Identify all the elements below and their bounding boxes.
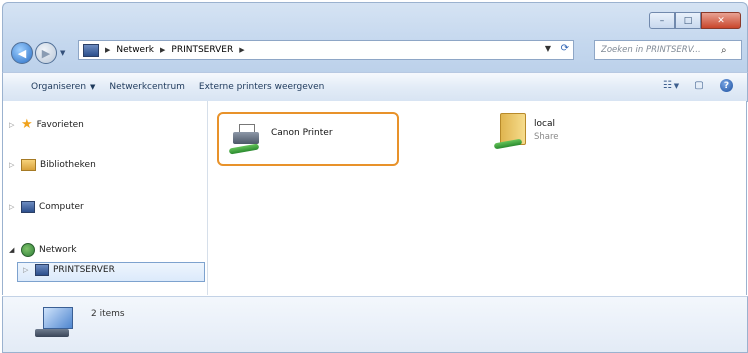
- star-icon: ★: [21, 117, 33, 132]
- explorer-window: – □ ✕ ◀ ▶ ▼ ▶ Netwerk ▶ PRINTSERVER ▶ ▼ …: [0, 0, 748, 353]
- server-computer-icon: [35, 264, 49, 276]
- nav-printserver-label: PRINTSERVER: [53, 265, 115, 275]
- list-item-local-share[interactable]: local Share: [493, 113, 559, 150]
- network-center-button[interactable]: Netwerkcentrum: [109, 82, 185, 92]
- close-button[interactable]: ✕: [701, 12, 741, 29]
- external-printers-button[interactable]: Externe printers weergeven: [199, 82, 324, 92]
- breadcrumb-separator-icon[interactable]: ▶: [160, 46, 165, 54]
- toolbar-right: ☷ ▼ ▢ ?: [663, 79, 733, 92]
- network-icon: [21, 243, 35, 257]
- expand-triangle-icon[interactable]: ▷: [9, 121, 14, 129]
- minimize-button[interactable]: –: [649, 12, 675, 29]
- window-controls: – □ ✕: [649, 12, 741, 29]
- maximize-button[interactable]: □: [675, 12, 701, 29]
- computer-icon: [21, 201, 35, 213]
- recent-pages-dropdown-icon[interactable]: ▼: [60, 49, 65, 57]
- search-input[interactable]: Zoeken in PRINTSERV...: [601, 45, 719, 55]
- printer-icon: [228, 122, 263, 156]
- network-center-label: Netwerkcentrum: [109, 82, 185, 92]
- nav-favorites-label: Favorieten: [36, 120, 84, 130]
- item-subtitle: Share: [534, 132, 559, 142]
- address-dropdown-icon[interactable]: ▼: [545, 44, 551, 53]
- organize-label: Organiseren: [31, 82, 87, 92]
- navigation-pane: ▷ ★ Favorieten ▷ Bibliotheken ▷ Computer…: [2, 101, 208, 295]
- forward-arrow-icon: ▶: [41, 46, 51, 60]
- expand-triangle-icon[interactable]: ▷: [9, 161, 14, 169]
- expand-triangle-icon[interactable]: ▷: [9, 203, 14, 211]
- refresh-icon[interactable]: ⟳: [561, 43, 569, 54]
- list-item-canon-printer[interactable]: Canon Printer: [217, 112, 399, 166]
- nav-libraries[interactable]: ▷ Bibliotheken: [9, 159, 96, 171]
- library-icon: [21, 159, 36, 171]
- help-icon[interactable]: ?: [720, 79, 733, 92]
- nav-network-label: Network: [39, 245, 77, 255]
- network-location-icon: [83, 43, 99, 57]
- item-label: local: [534, 119, 555, 129]
- nav-computer-label: Computer: [39, 202, 84, 212]
- organize-menu[interactable]: Organiseren ▼: [31, 82, 95, 92]
- breadcrumb: ▶ Netwerk ▶ PRINTSERVER ▶: [105, 45, 245, 55]
- nav-favorites[interactable]: ▷ ★ Favorieten: [9, 117, 84, 132]
- nav-network[interactable]: ◢ Network: [9, 243, 77, 257]
- address-bar[interactable]: ▶ Netwerk ▶ PRINTSERVER ▶ ▼ ⟳: [78, 40, 574, 60]
- breadcrumb-network[interactable]: Netwerk: [116, 45, 154, 55]
- breadcrumb-separator-icon[interactable]: ▶: [239, 46, 244, 54]
- breadcrumb-separator-icon[interactable]: ▶: [105, 46, 110, 54]
- search-icon[interactable]: ⌕: [721, 45, 727, 56]
- command-bar: Organiseren ▼ Netwerkcentrum Externe pri…: [2, 72, 748, 102]
- back-arrow-icon: ◀: [17, 46, 27, 60]
- external-printers-label: Externe printers weergeven: [198, 82, 325, 92]
- forward-button[interactable]: ▶: [35, 42, 57, 64]
- nav-computer[interactable]: ▷ Computer: [9, 201, 84, 213]
- preview-pane-icon[interactable]: ▢: [692, 79, 706, 92]
- details-pane: 2 items: [2, 296, 748, 353]
- item-label: Canon Printer: [271, 128, 333, 138]
- server-icon: [33, 307, 73, 341]
- view-options-icon[interactable]: ☷ ▼: [663, 79, 679, 92]
- collapse-triangle-icon[interactable]: ◢: [9, 246, 14, 254]
- chevron-down-icon: ▼: [90, 83, 96, 91]
- breadcrumb-printserver[interactable]: PRINTSERVER: [171, 45, 233, 55]
- nav-buttons: ◀ ▶ ▼: [11, 42, 65, 64]
- nav-libraries-label: Bibliotheken: [40, 160, 96, 170]
- shared-folder-icon: [493, 113, 526, 150]
- item-count: 2 items: [91, 309, 125, 319]
- expand-triangle-icon[interactable]: ▷: [23, 266, 28, 274]
- title-bar: – □ ✕ ◀ ▶ ▼: [2, 2, 748, 73]
- file-list: Canon Printer local Share: [208, 101, 747, 295]
- search-box[interactable]: Zoeken in PRINTSERV... ⌕: [594, 40, 742, 60]
- back-button[interactable]: ◀: [11, 42, 33, 64]
- nav-printserver[interactable]: ▷ PRINTSERVER: [23, 264, 115, 276]
